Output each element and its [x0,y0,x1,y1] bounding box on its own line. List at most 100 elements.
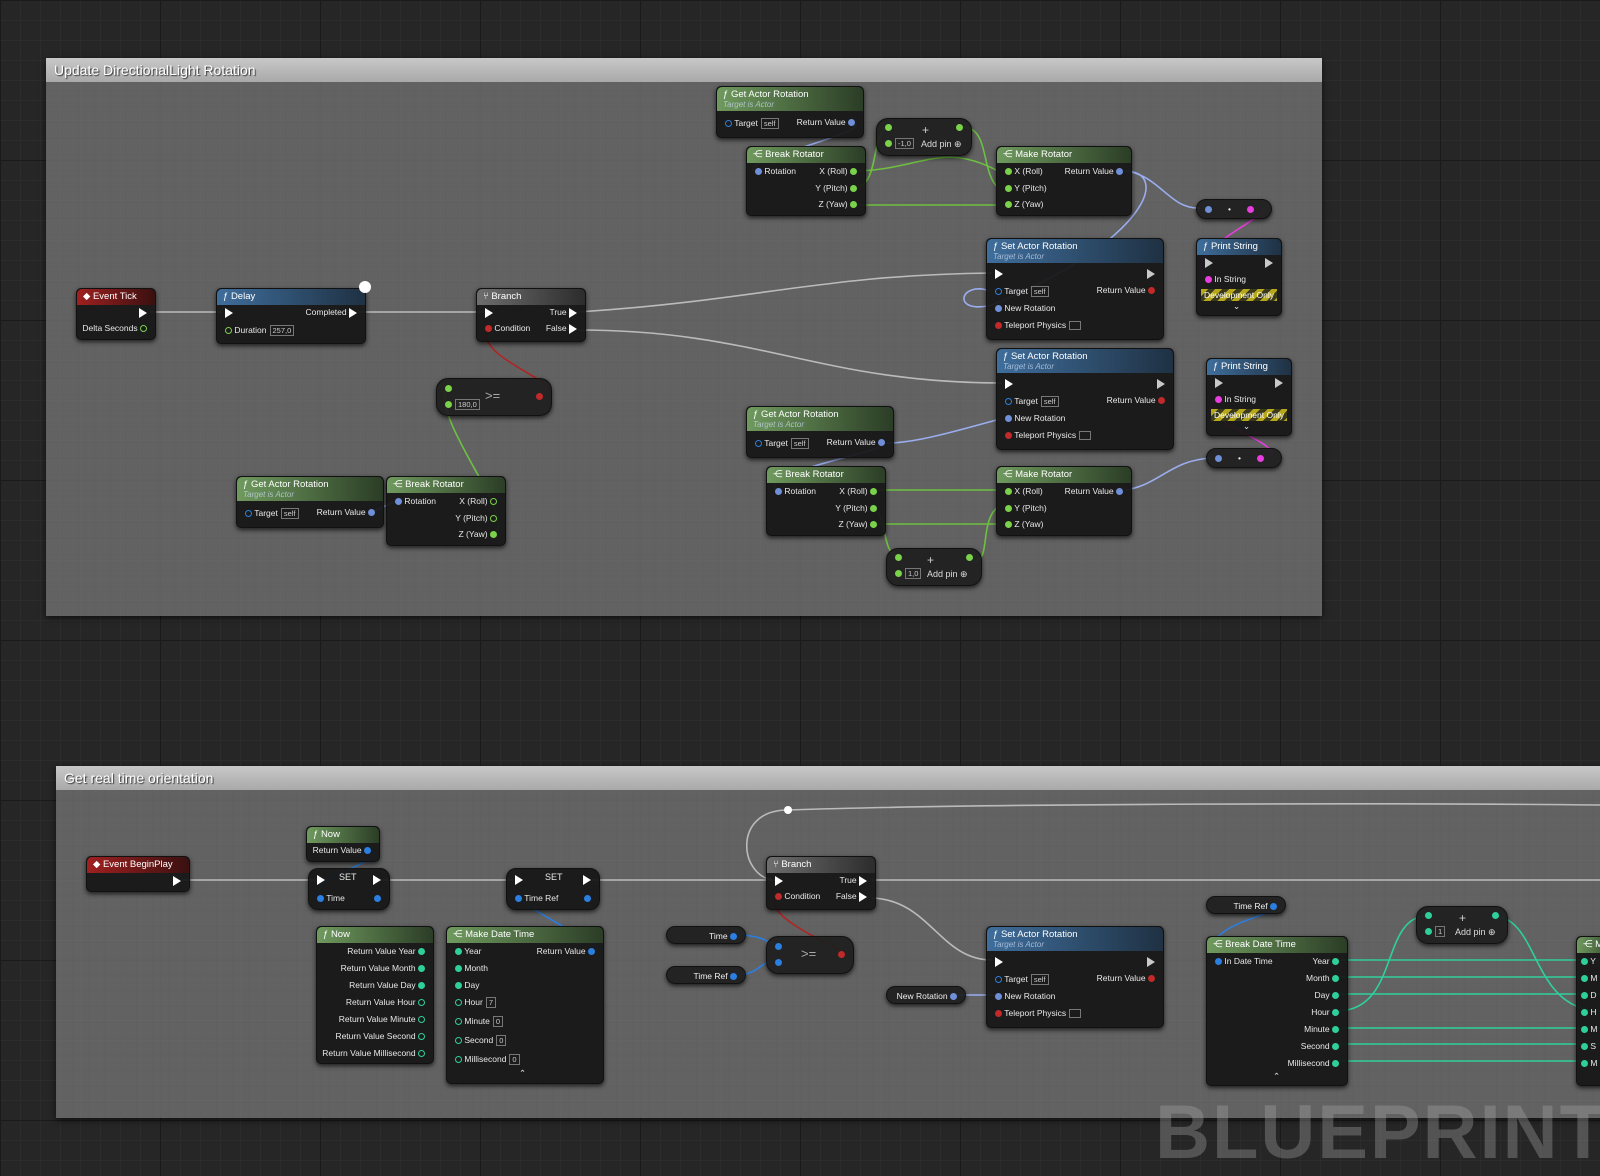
timeref-variable-node[interactable]: Time Ref [1206,896,1286,914]
exec-in-pin[interactable] [995,268,1003,279]
break-rotator-node[interactable]: ⋲ Break Rotator Rotation X (Roll) Y (Pit… [386,476,506,546]
x-roll-pin[interactable]: X (Roll) [819,166,857,176]
add-pin-button[interactable]: Add pin ⊕ [921,139,962,150]
timeref-out-pin[interactable] [584,893,591,903]
return-value-pin[interactable]: Return Value [1065,166,1123,176]
duration-pin[interactable]: Duration 257,0 [225,325,295,337]
target-pin[interactable]: Target self [245,508,299,520]
target-pin[interactable]: Target self [995,286,1049,298]
teleport-physics-pin[interactable]: Teleport Physics [995,320,1082,331]
exec-in-pin[interactable] [775,875,783,886]
return-value-month-pin[interactable]: Return Value Month [341,963,425,973]
return-value-day-pin[interactable]: Return Value Day [349,980,425,990]
now-breakdown-node[interactable]: ƒ Now Return Value Year Return Value Mon… [316,926,434,1064]
set-timeref-node[interactable]: SET Time Ref [506,868,600,910]
exec-in-pin[interactable] [995,956,1003,967]
input-a-pin[interactable] [885,122,892,132]
exec-out-pin[interactable] [1147,956,1155,967]
target-pin[interactable]: Target self [995,974,1049,986]
exec-out-pin[interactable] [1157,378,1165,389]
x-roll-pin[interactable]: X (Roll) [1005,486,1043,496]
result-pin[interactable] [1492,910,1499,920]
event-beginplay-node[interactable]: ◆ Event BeginPlay [86,856,190,892]
partial-pin[interactable]: H [1581,1007,1597,1017]
to-string-node[interactable]: • [1206,448,1282,468]
true-pin[interactable]: True [839,875,867,886]
partial-pin[interactable]: M [1581,1058,1597,1068]
z-yaw-pin[interactable]: Z (Yaw) [459,529,497,539]
return-value-pin[interactable]: Return Value [1065,486,1123,496]
exec-in-pin[interactable] [225,307,233,318]
input-a-pin[interactable] [445,383,452,393]
exec-out-pin[interactable] [583,874,591,885]
completed-pin[interactable]: Completed [306,307,357,318]
input-a-pin[interactable] [1425,910,1432,920]
second-pin[interactable]: Second 0 [455,1035,507,1047]
multiply-node[interactable]: -1,0 Add pin ⊕ + [876,118,972,156]
condition-pin[interactable]: Condition [775,891,820,901]
return-value-hour-pin[interactable]: Return Value Hour [346,997,425,1007]
target-pin[interactable]: Target self [755,438,809,450]
rotation-pin[interactable]: Rotation [755,166,796,176]
minute-pin[interactable]: Minute [1304,1024,1339,1034]
set-actor-rotation-node[interactable]: ƒ Set Actor Rotation Target is Actor Targ… [986,926,1164,1028]
new-rotation-pin[interactable]: New Rotation [995,991,1055,1001]
x-roll-pin[interactable]: X (Roll) [459,496,497,506]
in-string-pin[interactable]: In String [1205,274,1246,284]
rotation-pin[interactable]: Rotation [775,486,816,496]
return-value-pin[interactable]: Return Value [537,946,595,956]
exec-in-pin[interactable] [515,874,523,885]
teleport-physics-pin[interactable]: Teleport Physics [1005,430,1092,441]
partial-pin[interactable]: S [1581,1041,1596,1051]
z-yaw-pin[interactable]: Z (Yaw) [1005,519,1044,529]
target-pin[interactable]: Target self [1005,396,1059,408]
collapse-arrow-icon[interactable]: ⌃ [519,1068,526,1079]
target-pin[interactable]: Target self [725,118,779,130]
get-actor-rotation-node[interactable]: ƒ Get Actor Rotation Target is Actor Targ… [746,406,894,458]
branch-node[interactable]: ⑂ Branch True Condition False [476,288,586,342]
exec-in-pin[interactable] [1005,378,1013,389]
now-node[interactable]: ƒ Now Return Value [306,826,380,862]
new-rotation-variable-node[interactable]: New Rotation [886,986,966,1004]
exec-in-pin[interactable] [1215,377,1223,388]
month-pin[interactable]: Month [1306,973,1339,983]
set-actor-rotation-node[interactable]: ƒ Set Actor Rotation Target is Actor Targ… [996,348,1174,450]
true-pin[interactable]: True [549,307,577,318]
add-node[interactable]: 1 + Add pin ⊕ [1416,906,1508,944]
y-pitch-pin[interactable]: Y (Pitch) [455,513,497,523]
set-actor-rotation-node[interactable]: ƒ Set Actor Rotation Target is Actor Targ… [986,238,1164,340]
y-pitch-pin[interactable]: Y (Pitch) [815,183,857,193]
set-time-node[interactable]: SET Time [308,868,390,910]
delta-seconds-pin[interactable]: Delta Seconds [82,323,147,333]
input-a-pin[interactable] [775,941,782,951]
new-rotation-pin[interactable]: New Rotation [995,303,1055,313]
comment-title[interactable]: Get real time orientation [56,766,1600,790]
get-actor-rotation-node[interactable]: ƒ Get Actor Rotation Target is Actor Targ… [716,86,864,138]
add-pin-button[interactable]: Add pin ⊕ [1455,927,1496,938]
result-pin[interactable] [956,122,963,132]
x-roll-pin[interactable]: X (Roll) [839,486,877,496]
return-value-minute-pin[interactable]: Return Value Minute [339,1014,425,1024]
break-rotator-node[interactable]: ⋲ Break Rotator Rotation X (Roll) Y (Pit… [746,146,866,216]
break-date-time-node[interactable]: ⋲ Break Date Time In Date Time Year Mont… [1206,936,1348,1086]
return-value-pin[interactable]: Return Value [1097,973,1155,983]
branch-node[interactable]: ⑂ Branch True Condition False [766,856,876,910]
hour-pin[interactable]: Hour 7 [455,997,496,1009]
return-value-pin[interactable]: Return Value [1107,395,1165,405]
delay-node[interactable]: ƒ Delay Completed Duration 257,0 [216,281,371,344]
time-variable-node[interactable]: Time [666,926,746,944]
make-rotator-node[interactable]: ⋲ Make Rotator X (Roll) Return Value Y (… [996,146,1132,216]
comment-title[interactable]: Update DirectionalLight Rotation [46,58,1322,82]
input-b-pin[interactable]: 1,0 [895,568,922,580]
exec-out-pin[interactable] [139,307,147,318]
exec-out-pin[interactable] [373,874,381,885]
in-string-pin[interactable]: In String [1215,394,1256,404]
greater-equal-node[interactable]: 180,0 >= [436,378,552,416]
partial-pin[interactable]: D [1581,990,1597,1000]
return-value-millisecond-pin[interactable]: Return Value Millisecond [322,1048,425,1058]
rotation-pin[interactable]: Rotation [395,496,436,506]
exec-in-pin[interactable] [1205,257,1213,268]
day-pin[interactable]: Day [1315,990,1339,1000]
add-pin-button[interactable]: Add pin ⊕ [927,569,968,580]
return-value-pin[interactable]: Return Value [317,507,375,517]
